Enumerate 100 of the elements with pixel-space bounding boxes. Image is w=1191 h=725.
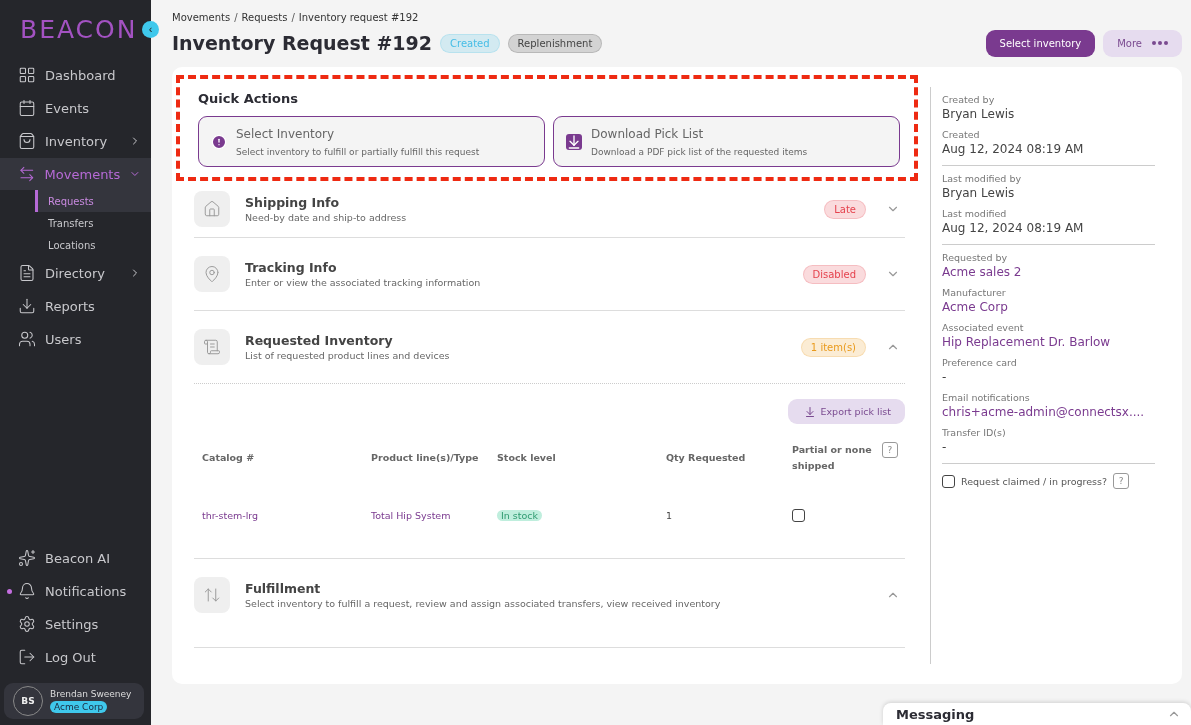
- nav-subitem[interactable]: Transfers: [35, 212, 151, 234]
- bag-icon: [18, 132, 36, 150]
- logo: BEACON: [20, 14, 138, 44]
- column-header: Catalog #: [202, 451, 256, 465]
- nav-item[interactable]: Settings: [0, 608, 151, 640]
- nav-subitem[interactable]: Requests: [35, 190, 151, 212]
- section-description: List of requested product lines and devices: [245, 350, 451, 361]
- detail-value: Bryan Lewis: [942, 107, 1016, 122]
- users-icon: [18, 330, 36, 348]
- nav-subitem[interactable]: Locations: [35, 234, 151, 256]
- detail-link[interactable]: Acme sales 2: [942, 265, 1155, 280]
- section-description: Enter or view the associated tracking information: [245, 277, 482, 288]
- detail-label: Requested by: [942, 252, 1009, 263]
- detail-value: Bryan Lewis: [942, 186, 1016, 201]
- detail-label: Created by: [942, 94, 996, 105]
- detail-label: Associated event: [942, 322, 1025, 333]
- nav-item[interactable]: Dashboard: [0, 59, 151, 91]
- document-icon: [18, 264, 36, 282]
- dots-icon: [1152, 41, 1168, 45]
- section-header[interactable]: Requested Inventory List of requested product lines and devices 1 item(s): [194, 311, 905, 383]
- table-cell[interactable]: Total Hip System: [371, 474, 497, 530]
- select-inventory-button[interactable]: Select inventory: [985, 29, 1096, 57]
- nav-item[interactable]: Log Out: [0, 641, 151, 673]
- nav-item[interactable]: Directory: [0, 257, 151, 289]
- user-card[interactable]: BS Brendan Sweeney Acme Corp: [4, 683, 144, 719]
- nav-item[interactable]: Beacon AI: [0, 542, 151, 574]
- status-badge: 1 item(s): [800, 337, 866, 357]
- quick-action-card[interactable]: Download Pick List Download a PDF pick list of the requested items: [553, 116, 900, 167]
- section-header[interactable]: Shipping Info Need-by date and ship-to address Late: [194, 181, 905, 237]
- checkbox[interactable]: [792, 508, 805, 522]
- breadcrumb-link[interactable]: Movements: [172, 12, 231, 23]
- nav-item[interactable]: Movements: [0, 158, 151, 190]
- detail-label: Preference card: [942, 357, 1018, 368]
- detail-label: Manufacturer: [942, 287, 1007, 298]
- breadcrumb-link[interactable]: Inventory request #192: [298, 12, 419, 23]
- nav-item[interactable]: Users: [0, 323, 151, 355]
- breadcrumb-link[interactable]: Requests: [241, 12, 288, 23]
- map-pin-icon: [194, 256, 230, 292]
- up-down-arrows-icon: [194, 577, 230, 613]
- checkbox[interactable]: [942, 474, 955, 488]
- action-description: Select inventory to fulfill or partially fulfill this request: [236, 146, 480, 157]
- download-icon: [566, 133, 582, 150]
- detail-value: -: [942, 440, 1155, 464]
- detail-value: Aug 12, 2024 08:19 AM: [942, 142, 1155, 166]
- checkbox-label: Request claimed / in progress?: [961, 475, 1108, 487]
- section-title: Tracking Info: [245, 260, 338, 275]
- arrows-icon: [18, 165, 36, 183]
- nav-item[interactable]: Notifications: [0, 575, 151, 607]
- nav-item[interactable]: Reports: [0, 290, 151, 322]
- status-badge: Replenishment: [507, 33, 603, 53]
- section-title: Requested Inventory: [245, 333, 394, 348]
- detail-label: Last modified by: [942, 173, 1023, 184]
- messaging-title: Messaging: [896, 706, 975, 722]
- nav-item[interactable]: Events: [0, 92, 151, 124]
- house-icon: [194, 191, 230, 227]
- status-badge: Disabled: [802, 264, 866, 284]
- org-tag: Acme Corp: [50, 701, 108, 713]
- alert-icon: [211, 133, 227, 150]
- detail-link[interactable]: chris+acme-admin@connectsx....: [942, 405, 1155, 420]
- detail-link[interactable]: Acme Corp: [942, 300, 1155, 315]
- nav-item[interactable]: Inventory: [0, 125, 151, 157]
- status-badge: Created: [440, 33, 500, 53]
- help-icon[interactable]: ?: [882, 442, 898, 458]
- table-cell[interactable]: thr-stem-lrg: [202, 474, 371, 530]
- breadcrumb-separator: /: [234, 12, 238, 23]
- logout-icon: [18, 648, 36, 666]
- section-header[interactable]: Tracking Info Enter or view the associated tracking information Disabled: [194, 238, 905, 310]
- detail-value: -: [942, 370, 948, 385]
- detail-label: Last modified: [942, 208, 1008, 219]
- bell-icon: [18, 582, 36, 600]
- detail-label: Email notifications: [942, 392, 1031, 403]
- column-header: Stock level: [497, 451, 557, 465]
- download-icon: [18, 297, 36, 315]
- sparkles-icon: [18, 549, 36, 567]
- action-description: Download a PDF pick list of the requested items: [591, 146, 808, 157]
- action-title: Select Inventory: [236, 126, 336, 141]
- more-button[interactable]: More: [1103, 29, 1182, 57]
- section-title: Quick Actions: [198, 91, 299, 106]
- breadcrumb-separator: /: [291, 12, 295, 23]
- status-badge: Late: [824, 199, 866, 219]
- messaging-bar[interactable]: Messaging: [883, 703, 1191, 725]
- section-description: Select inventory to fulfill a request, review and assign associated transfers, view received inventory: [245, 598, 722, 609]
- collapse-button[interactable]: ‹: [142, 21, 159, 38]
- section-title: Shipping Info: [245, 195, 341, 210]
- section-title: Fulfillment: [245, 581, 322, 596]
- page-title: Inventory Request #192: [172, 32, 433, 54]
- detail-label: Created: [942, 129, 981, 140]
- detail-label: Transfer ID(s): [942, 427, 1007, 438]
- section-description: Need-by date and ship-to address: [245, 212, 408, 223]
- download-icon: [803, 405, 816, 418]
- section-header[interactable]: Fulfillment Select inventory to fulfill a request, review and assign associated transfers, view received inventory: [194, 559, 905, 631]
- quick-action-card[interactable]: Select Inventory Select inventory to fulfill or partially fulfill this request: [198, 116, 545, 167]
- help-icon[interactable]: ?: [1113, 473, 1130, 489]
- user-name: Brendan Sweeney: [50, 689, 132, 699]
- table-cell-text: 1: [666, 508, 674, 523]
- detail-value: Aug 12, 2024 08:19 AM: [942, 221, 1155, 245]
- calendar-icon: [18, 99, 36, 117]
- detail-link[interactable]: Hip Replacement Dr. Barlow: [942, 335, 1155, 350]
- action-title: Download Pick List: [591, 126, 705, 141]
- export-button[interactable]: Export pick list: [787, 399, 905, 424]
